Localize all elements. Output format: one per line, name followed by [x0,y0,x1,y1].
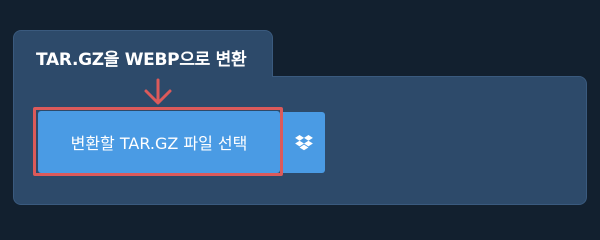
dropbox-icon [295,134,313,150]
dropbox-button[interactable] [283,112,325,173]
arrow-down-icon [144,78,172,105]
converter-widget: TAR.GZ을 WEBP으로 변환 변환할 TAR.GZ 파일 선택 [0,0,600,230]
tab-title: TAR.GZ을 WEBP으로 변환 [36,50,247,70]
select-file-button[interactable]: 변환할 TAR.GZ 파일 선택 [38,111,280,173]
select-file-label: 변환할 TAR.GZ 파일 선택 [70,134,248,153]
